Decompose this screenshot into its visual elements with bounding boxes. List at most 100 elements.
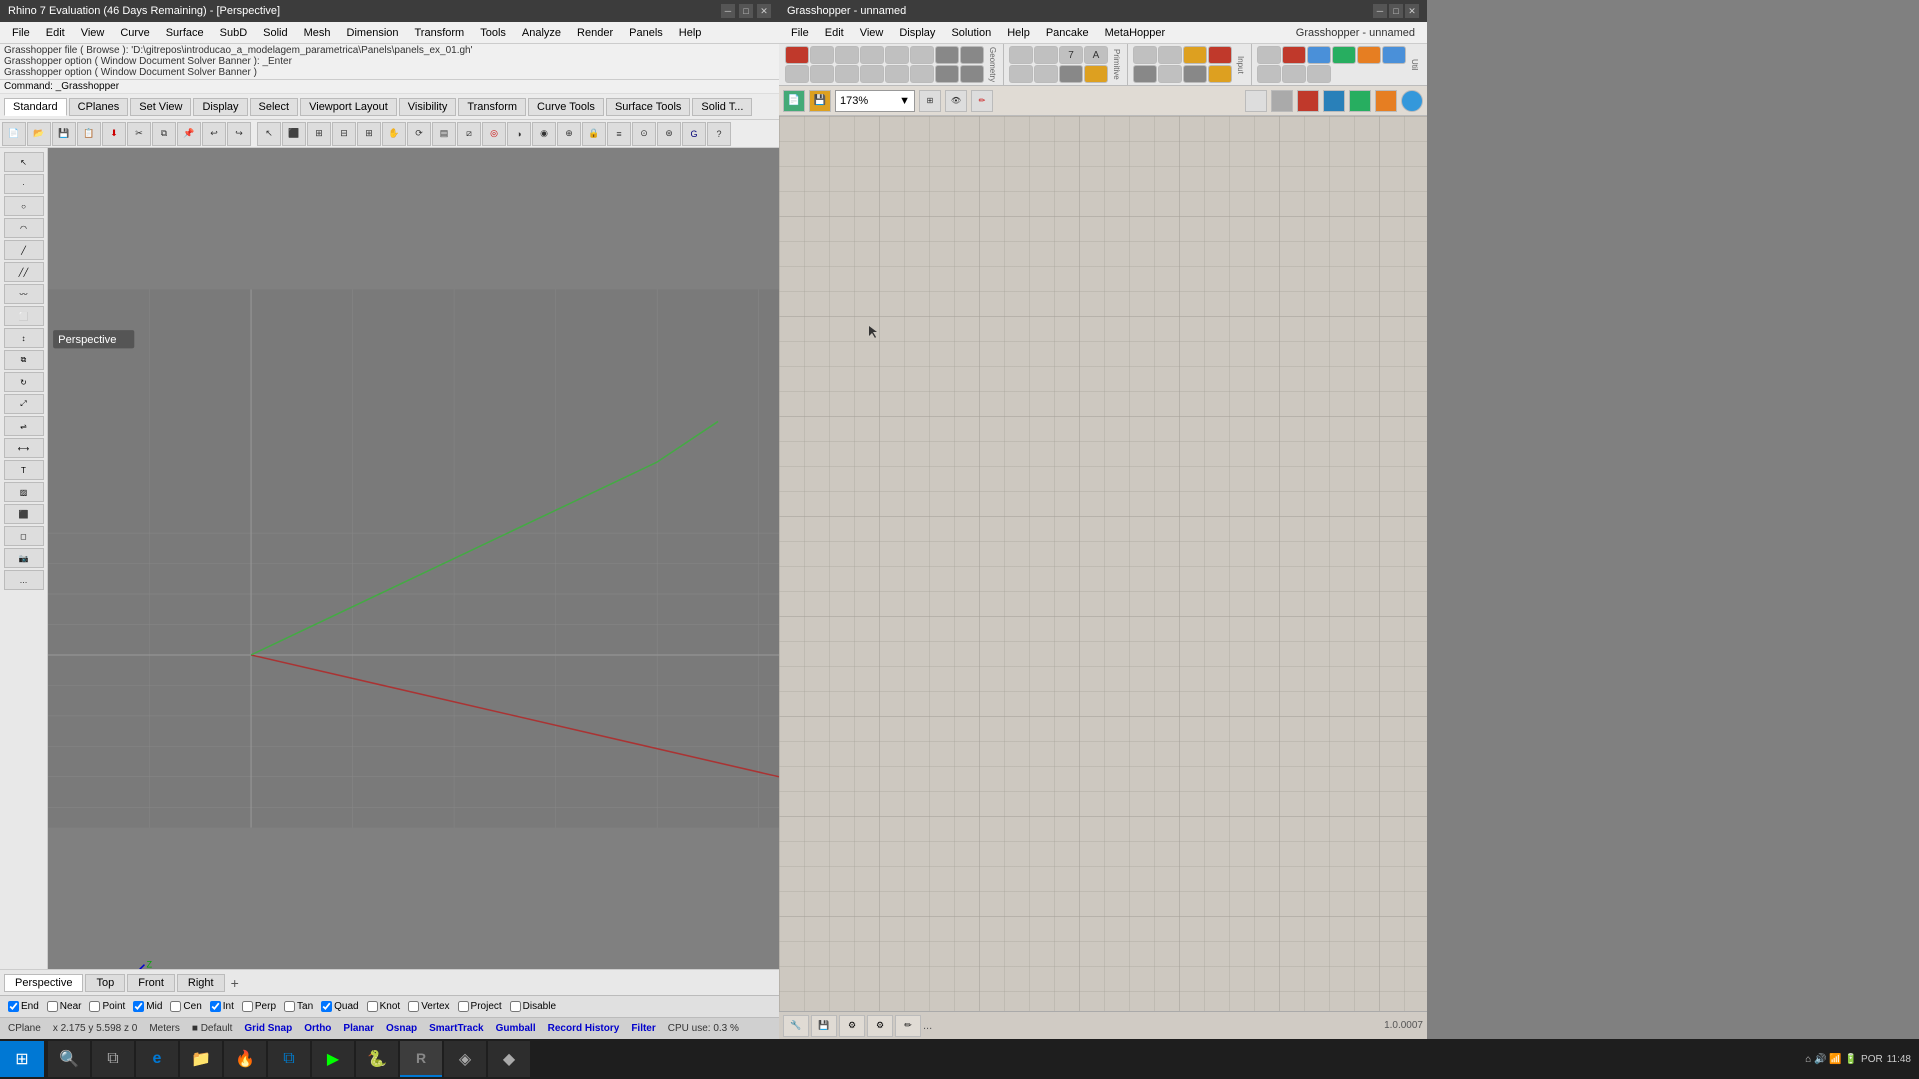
gh-util-9[interactable] <box>1307 65 1331 83</box>
taskbar-firefox[interactable]: 🔥 <box>224 1041 266 1077</box>
gh-menu-metahopper[interactable]: MetaHopper <box>1097 25 1174 41</box>
lt-block-btn[interactable]: ⬛ <box>4 504 44 524</box>
gh-menu-view[interactable]: View <box>852 25 892 41</box>
gh-menu-pancake[interactable]: Pancake <box>1038 25 1097 41</box>
tb-props[interactable]: ⊙ <box>632 122 656 146</box>
gh-zoom-fit[interactable]: ⊞ <box>919 90 941 112</box>
lt-more-btn[interactable]: … <box>4 570 44 590</box>
rhino-maximize-button[interactable]: □ <box>739 4 753 18</box>
gh-prim-8[interactable] <box>1084 65 1108 83</box>
tb-zoom-ext[interactable]: ⊞ <box>307 122 331 146</box>
lt-analyze-btn[interactable]: ◻ <box>4 526 44 546</box>
osnap-disable-checkbox[interactable] <box>510 1001 521 1012</box>
taskbar-python[interactable]: 🐍 <box>356 1041 398 1077</box>
gh-sphere-icon[interactable] <box>1401 90 1423 112</box>
gh-util-5[interactable] <box>1357 46 1381 64</box>
gh-icon-11[interactable] <box>835 65 859 83</box>
osnap-point-checkbox[interactable] <box>89 1001 100 1012</box>
toolbar-tab-curve-tools[interactable]: Curve Tools <box>528 98 604 116</box>
osnap-tan[interactable]: Tan <box>284 1001 313 1012</box>
menu-analyze[interactable]: Analyze <box>514 25 569 41</box>
tb-new[interactable]: 📄 <box>2 122 26 146</box>
tb-open[interactable]: 📂 <box>27 122 51 146</box>
gh-bottom-btn1[interactable]: 🔧 <box>783 1015 809 1037</box>
tb-wire[interactable]: ◎ <box>482 122 506 146</box>
lt-text-btn[interactable]: T <box>4 460 44 480</box>
status-osnap[interactable]: Osnap <box>386 1023 417 1034</box>
osnap-cen[interactable]: Cen <box>170 1001 201 1012</box>
gh-icon-5[interactable] <box>885 46 909 64</box>
menu-file[interactable]: File <box>4 25 38 41</box>
toolbar-tab-select[interactable]: Select <box>250 98 299 116</box>
lt-dim-btn[interactable]: ⟷ <box>4 438 44 458</box>
status-planar[interactable]: Planar <box>343 1023 374 1034</box>
gh-icon-7[interactable] <box>935 46 959 64</box>
osnap-quad-checkbox[interactable] <box>321 1001 332 1012</box>
gh-icon-6[interactable] <box>910 46 934 64</box>
menu-edit[interactable]: Edit <box>38 25 73 41</box>
gh-save-icon[interactable]: 💾 <box>809 90 831 112</box>
taskbar-app1[interactable]: ◈ <box>444 1041 486 1077</box>
lt-freeform-btn[interactable]: 〰 <box>4 284 44 304</box>
gh-bottom-btn2[interactable]: 💾 <box>811 1015 837 1037</box>
gh-inp-1[interactable] <box>1133 46 1157 64</box>
tb-1vp[interactable]: ▤ <box>432 122 456 146</box>
osnap-project-checkbox[interactable] <box>458 1001 469 1012</box>
toolbar-tab-cplanes[interactable]: CPlanes <box>69 98 129 116</box>
tb-paste[interactable]: 📌 <box>177 122 201 146</box>
gh-green-icon[interactable] <box>1349 90 1371 112</box>
tb-gh[interactable]: G <box>682 122 706 146</box>
osnap-cen-checkbox[interactable] <box>170 1001 181 1012</box>
tb-help[interactable]: ? <box>707 122 731 146</box>
lt-select-btn[interactable]: ↖ <box>4 152 44 172</box>
osnap-near[interactable]: Near <box>47 1001 82 1012</box>
taskbar-terminal[interactable]: ▶ <box>312 1041 354 1077</box>
gh-util-8[interactable] <box>1282 65 1306 83</box>
tb-obj-snap[interactable]: ⊕ <box>557 122 581 146</box>
gh-menu-file[interactable]: File <box>783 25 817 41</box>
vp-tab-perspective[interactable]: Perspective <box>4 974 83 992</box>
taskbar-edge[interactable]: e <box>136 1041 178 1077</box>
lt-scale-btn[interactable]: ⤢ <box>4 394 44 414</box>
taskbar-taskview[interactable]: ⧉ <box>92 1041 134 1077</box>
gh-blue-icon[interactable] <box>1323 90 1345 112</box>
taskbar-rhino[interactable]: R <box>400 1041 442 1077</box>
osnap-perp[interactable]: Perp <box>242 1001 276 1012</box>
osnap-point[interactable]: Point <box>89 1001 125 1012</box>
tb-save-as[interactable]: 📋 <box>77 122 101 146</box>
tb-select[interactable]: ↖ <box>257 122 281 146</box>
gh-inp-2[interactable] <box>1158 46 1182 64</box>
osnap-knot[interactable]: Knot <box>367 1001 401 1012</box>
toolbar-tab-transform[interactable]: Transform <box>458 98 526 116</box>
lt-move-btn[interactable]: ↕ <box>4 328 44 348</box>
lt-camera-btn[interactable]: 📷 <box>4 548 44 568</box>
gh-icon-14[interactable] <box>910 65 934 83</box>
gh-prim-2[interactable] <box>1034 46 1058 64</box>
lt-hatch-btn[interactable]: ▨ <box>4 482 44 502</box>
gh-inp-8[interactable] <box>1208 65 1232 83</box>
gh-prim-3[interactable]: 7 <box>1059 46 1083 64</box>
gh-util-7[interactable] <box>1257 65 1281 83</box>
gh-brush-icon[interactable]: ✏ <box>971 90 993 112</box>
toolbar-tab-surface-tools[interactable]: Surface Tools <box>606 98 690 116</box>
gh-util-3[interactable] <box>1307 46 1331 64</box>
taskbar-search[interactable]: 🔍 <box>48 1041 90 1077</box>
osnap-knot-checkbox[interactable] <box>367 1001 378 1012</box>
gh-prim-1[interactable] <box>1009 46 1033 64</box>
gh-icon-8[interactable] <box>960 46 984 64</box>
osnap-near-checkbox[interactable] <box>47 1001 58 1012</box>
menu-render[interactable]: Render <box>569 25 621 41</box>
osnap-vertex-checkbox[interactable] <box>408 1001 419 1012</box>
gh-bottom-btn4[interactable]: ⚙ <box>867 1015 893 1037</box>
osnap-disable[interactable]: Disable <box>510 1001 556 1012</box>
toolbar-tab-solid-t[interactable]: Solid T... <box>692 98 752 116</box>
osnap-end-checkbox[interactable] <box>8 1001 19 1012</box>
osnap-quad[interactable]: Quad <box>321 1001 358 1012</box>
start-button[interactable]: ⊞ <box>0 1041 44 1077</box>
gh-icon-13[interactable] <box>885 65 909 83</box>
gh-icon-4[interactable] <box>860 46 884 64</box>
gh-dark-icon[interactable] <box>1271 90 1293 112</box>
gh-close-button[interactable]: ✕ <box>1405 4 1419 18</box>
menu-mesh[interactable]: Mesh <box>296 25 339 41</box>
gh-icon-1[interactable] <box>785 46 809 64</box>
